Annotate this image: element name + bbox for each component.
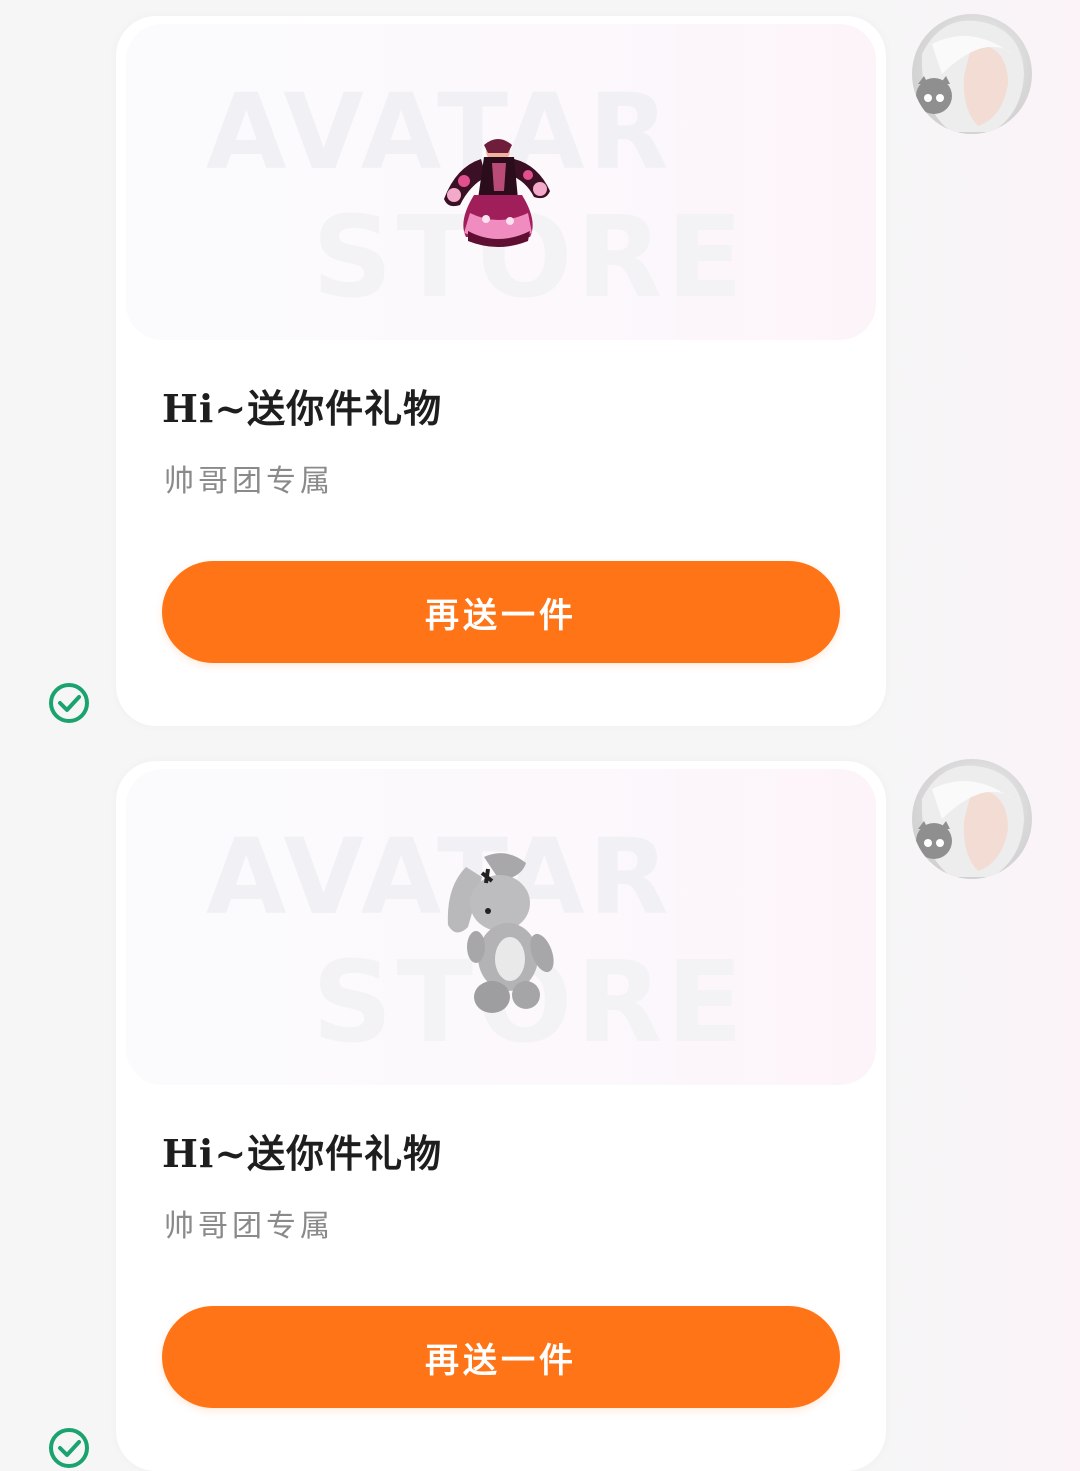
gift-banner: AVATAR STORE [126,769,876,1085]
gift-card[interactable]: AVATAR STORE Hi~送你件礼物 帅哥团专属 再送一件 [116,16,886,726]
check-circle-icon [49,683,89,723]
gift-title: Hi~送你件礼物 [162,1131,443,1176]
gift-subtitle: 帅哥团专属 [164,464,334,499]
send-again-button[interactable]: 再送一件 [162,1306,840,1408]
user-avatar[interactable] [912,759,1032,879]
gift-subtitle: 帅哥团专属 [164,1209,334,1244]
check-circle-icon [49,1428,89,1468]
gift-banner: AVATAR STORE [126,24,876,340]
avatar-image [916,20,1024,132]
gift-card[interactable]: AVATAR STORE Hi~送你件礼物 帅 [116,761,886,1471]
avatar-image [916,765,1024,877]
gift-title: Hi~送你件礼物 [162,386,443,431]
user-avatar[interactable] [912,14,1032,134]
send-again-button[interactable]: 再送一件 [162,561,840,663]
dress-icon [444,139,550,247]
bunny-plush-icon [447,853,554,1013]
